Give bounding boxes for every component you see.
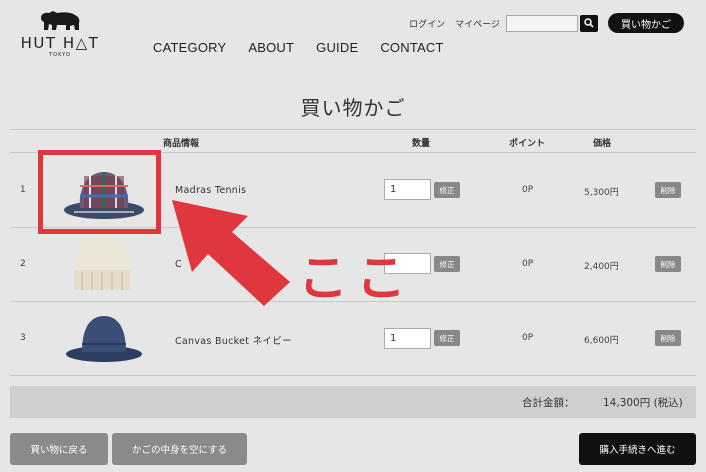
search-input[interactable]	[506, 14, 578, 32]
search-icon	[584, 18, 594, 28]
price-value: 6,600円	[584, 336, 619, 346]
product-name[interactable]: Madras Tennis	[175, 185, 246, 196]
header-qty: 数量	[412, 139, 431, 149]
header-price: 価格	[593, 139, 612, 149]
points-value: 0P	[522, 185, 534, 195]
header-product: 商品情報	[163, 139, 200, 149]
brand-sub: TOKYO	[49, 52, 71, 58]
checkout-button[interactable]: 購入手続きへ進む	[579, 433, 696, 465]
bear-icon	[41, 11, 80, 30]
mypage-link[interactable]: マイページ	[455, 17, 500, 30]
table-top-rule	[10, 129, 696, 130]
main-nav: CATEGORY ABOUT GUIDE CONTACT	[153, 40, 444, 55]
logo[interactable]: HUT H△T TOKYO	[18, 8, 102, 58]
annotation-text: ここ	[298, 249, 414, 307]
points-value: 0P	[522, 259, 534, 269]
product-image-canvas-bucket[interactable]	[62, 310, 146, 364]
row-number: 2	[20, 259, 26, 269]
nav-guide[interactable]: GUIDE	[316, 40, 358, 55]
nav-category[interactable]: CATEGORY	[153, 40, 226, 55]
edit-button[interactable]: 修正	[434, 182, 460, 198]
brand-name: HUT H△T	[20, 34, 100, 52]
login-link[interactable]: ログイン	[409, 17, 445, 30]
search-button[interactable]	[580, 14, 598, 32]
empty-cart-button[interactable]: かごの中身を空にする	[112, 433, 247, 465]
annotation-arrow-icon	[172, 200, 290, 306]
product-name[interactable]: Canvas Bucket ネイビー	[175, 333, 292, 347]
total-bar	[10, 386, 696, 418]
nav-contact[interactable]: CONTACT	[380, 40, 443, 55]
header-points: ポイント	[509, 139, 546, 149]
page-title: 買い物かご	[300, 96, 406, 120]
delete-button[interactable]: 削除	[655, 330, 681, 346]
edit-button[interactable]: 修正	[434, 256, 460, 272]
quantity-input[interactable]: 1	[384, 179, 431, 200]
price-value: 2,400円	[584, 262, 619, 272]
total-label: 合計金額：	[522, 397, 575, 409]
utility-bar: ログイン マイページ 買い物かご	[409, 13, 684, 33]
row-number: 1	[20, 185, 26, 195]
edit-button[interactable]: 修正	[434, 330, 460, 346]
product-image-knit-beanie[interactable]	[62, 232, 142, 296]
price-value: 5,300円	[584, 188, 619, 198]
row-divider	[10, 375, 696, 376]
total-value: 14,300円 (税込)	[603, 397, 683, 409]
points-value: 0P	[522, 333, 534, 343]
delete-button[interactable]: 削除	[655, 182, 681, 198]
row-number: 3	[20, 333, 26, 343]
delete-button[interactable]: 削除	[655, 256, 681, 272]
cart-button[interactable]: 買い物かご	[608, 13, 684, 33]
nav-about[interactable]: ABOUT	[248, 40, 294, 55]
quantity-input[interactable]: 1	[384, 328, 431, 349]
back-to-shopping-button[interactable]: 買い物に戻る	[10, 433, 108, 465]
annotation-highlight-box	[38, 150, 161, 234]
